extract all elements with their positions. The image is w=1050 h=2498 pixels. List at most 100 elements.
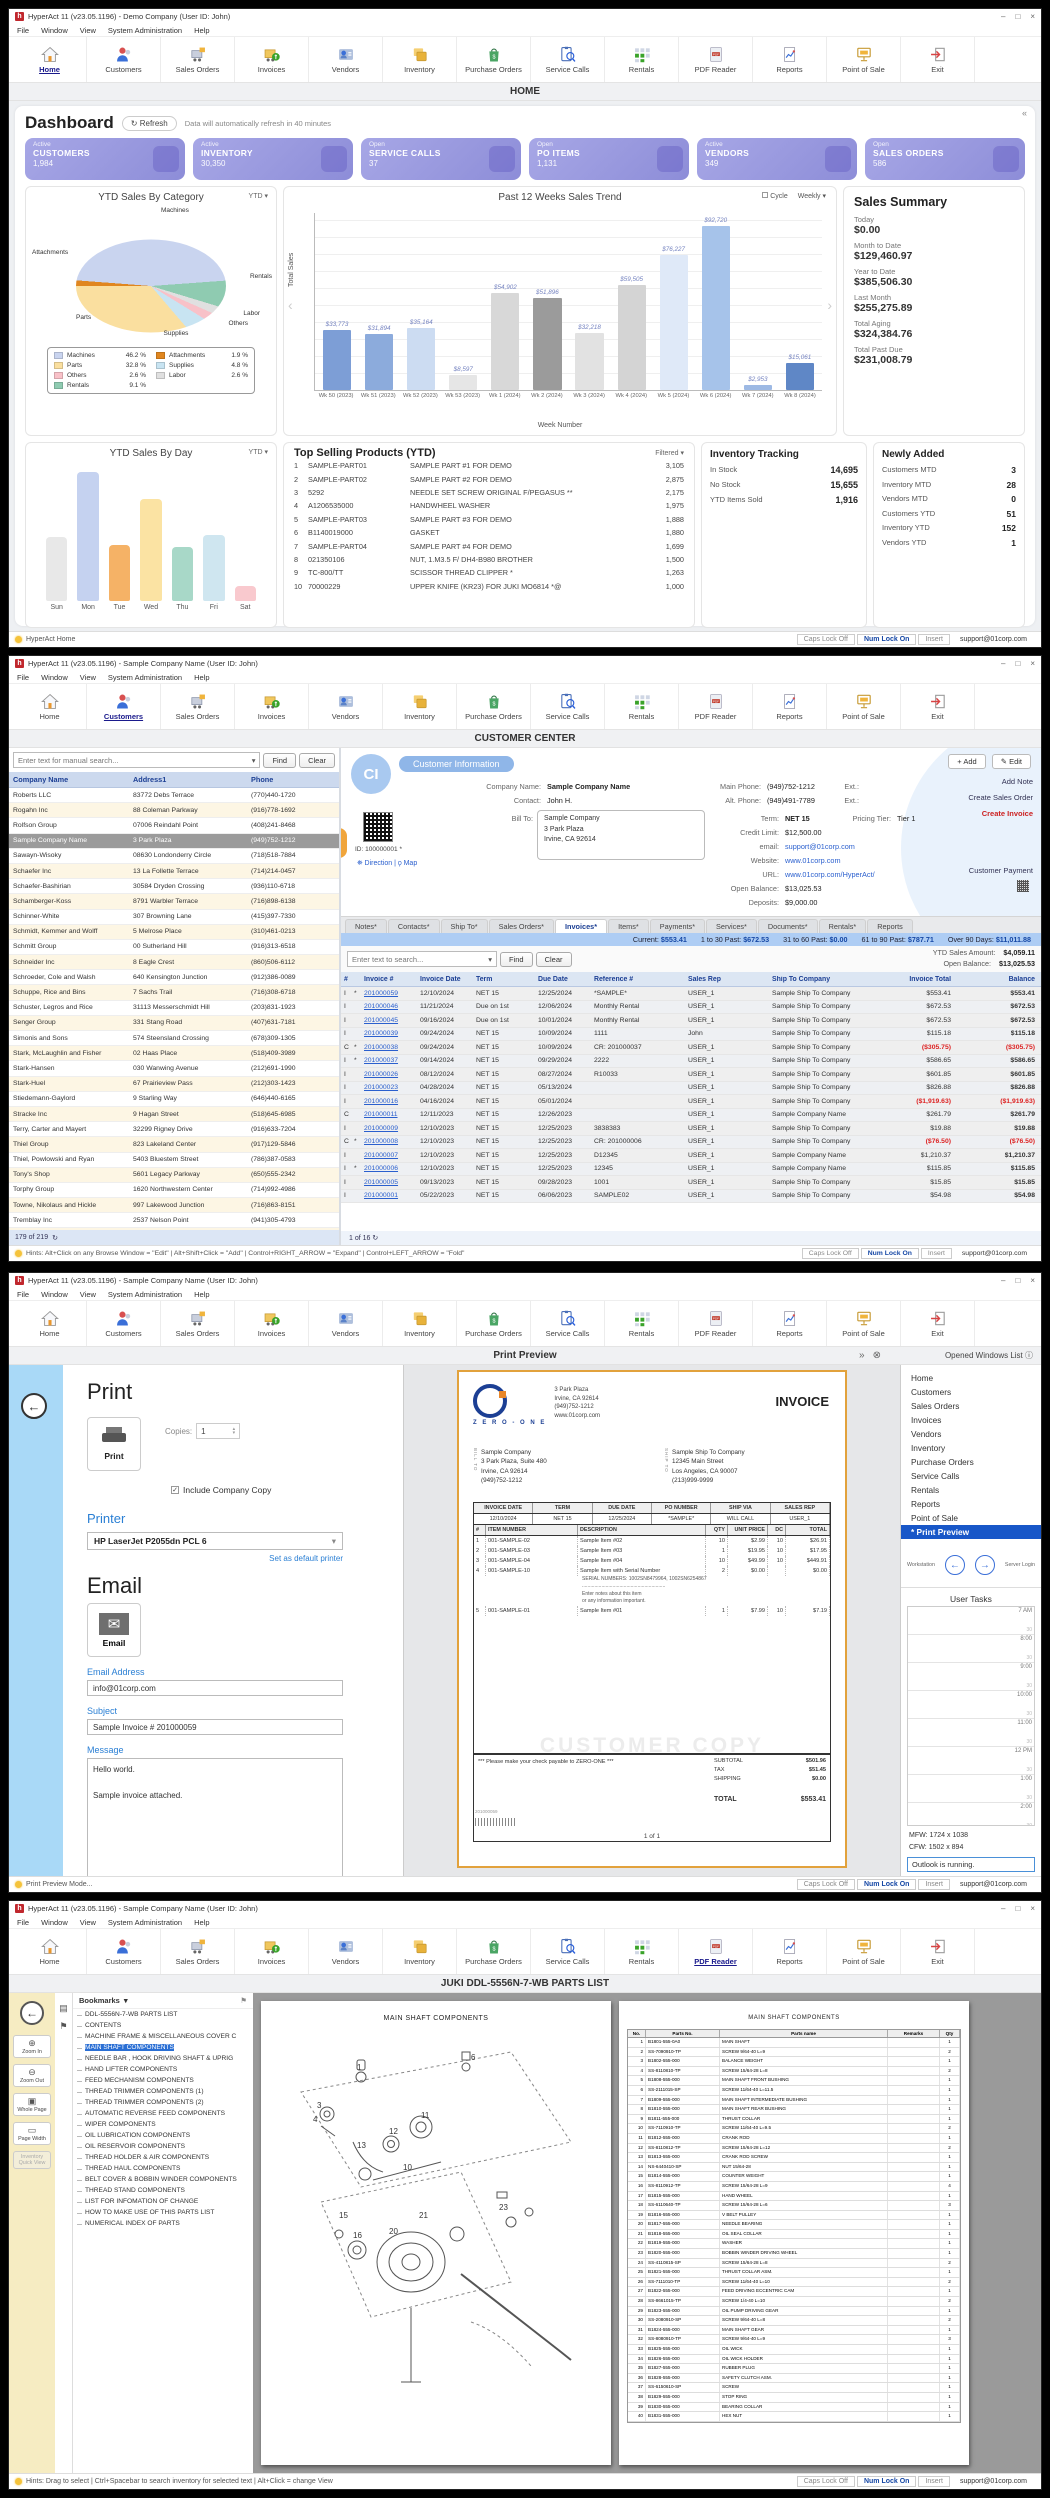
menu-item[interactable]: File [17,26,29,35]
create-invoice-link[interactable]: Create Invoice [968,806,1033,822]
maximize-button[interactable]: □ [1015,659,1020,668]
trend-bar-group[interactable]: $15,061 [782,213,818,390]
tab[interactable]: Contacts* [388,919,440,933]
invoice-number-link[interactable]: 201000046 [361,1003,417,1010]
customer-row[interactable]: Schuppe, Rice and Bins 7 Sachs Trail (71… [9,985,339,1000]
toolbar-item[interactable]: Purchase Orders [457,684,531,729]
set-default-printer-link[interactable]: Set as default printer [87,1554,343,1563]
toolbar-item[interactable]: Exit [901,1929,975,1974]
minimize-button[interactable]: – [1001,659,1005,668]
bookmark-item[interactable]: THREAD HAUL COMPONENTS [73,2163,253,2174]
invoice-number-link[interactable]: 201000016 [361,1098,417,1105]
tab[interactable]: Ship To* [441,919,488,933]
bookmark-item[interactable]: BELT COVER & BOBBIN WINDER COMPONENTS [73,2174,253,2185]
tab[interactable]: Reports [867,919,913,933]
opened-window-item[interactable]: Home [901,1371,1041,1385]
opened-window-item[interactable]: Inventory [901,1441,1041,1455]
invoice-number-link[interactable]: 201000006 [361,1165,417,1172]
invoice-row[interactable]: I 201000039 09/24/2024 NET 15 10/09/2024… [341,1028,1041,1042]
menu-item[interactable]: File [17,1290,29,1299]
toolbar-item[interactable]: Sales Orders [161,37,235,82]
tab[interactable]: Rentals* [819,919,867,933]
toolbar-item[interactable]: Vendors [309,37,383,82]
customer-row[interactable]: Schamberger-Koss 8791 Warbler Terrace (7… [9,894,339,909]
bookmark-item[interactable]: OIL RESERVOIR COMPONENTS [73,2141,253,2152]
invoice-row[interactable]: C * 201000008 12/10/2023 NET 15 12/25/20… [341,1136,1041,1150]
invoice-number-link[interactable]: 201000037 [361,1057,417,1064]
menu-item[interactable]: System Administration [108,26,182,35]
toolbar-item[interactable]: Inventory [383,1301,457,1346]
cycle-checkbox[interactable]: Cycle [762,192,788,200]
num-lock-indicator[interactable]: Num Lock On [857,2476,917,2487]
opened-window-item[interactable]: Customers [901,1385,1041,1399]
tab[interactable]: Items* [608,919,649,933]
caps-lock-indicator[interactable]: Caps Lock Off [802,1248,859,1259]
num-lock-indicator[interactable]: Num Lock On [861,1248,919,1259]
product-row[interactable]: 7 SAMPLE-PART04 SAMPLE PART #4 FOR DEMO … [294,539,684,552]
day-bar-group[interactable] [203,467,224,601]
customer-row[interactable]: Tremblay Inc 2537 Nelson Point (941)305-… [9,1213,339,1228]
bookmark-item[interactable]: FEED MECHANISM COMPONENTS [73,2075,253,2086]
bookmark-icon[interactable]: ⚑ [55,2017,72,2035]
kpi-tile[interactable]: Active CUSTOMERS 1,984 [25,138,185,180]
kpi-tile[interactable]: Active VENDORS 349 [697,138,857,180]
bookmark-item[interactable]: HAND LIFTER COMPONENTS [73,2064,253,2075]
insert-indicator[interactable]: Insert [918,2476,950,2487]
product-row[interactable]: 4 A1206535000 HANDWHEEL WASHER 1,975 [294,499,684,512]
toolbar-item[interactable]: Invoices [235,1929,309,1974]
bookmark-tab-icons[interactable]: ▤ ⚑ [55,1993,73,2473]
toolbar-item[interactable]: PDF Reader [679,37,753,82]
invoice-number-link[interactable]: 201000005 [361,1179,417,1186]
trend-bar-group[interactable]: $2,953 [740,213,776,390]
invoice-number-link[interactable]: 201000011 [361,1111,417,1118]
toolbar-item[interactable]: Customers [87,684,161,729]
edit-button[interactable]: ✎ Edit [992,754,1031,769]
minimize-button[interactable]: – [1001,12,1005,21]
toolbar-item[interactable]: Exit [901,1301,975,1346]
bookmark-item[interactable]: MACHINE FRAME & MISCELLANEOUS COVER C [73,2031,253,2042]
bookmark-item[interactable]: WIPER COMPONENTS [73,2119,253,2130]
invoice-number-link[interactable]: 201000059 [361,990,417,997]
customer-row[interactable]: Terry, Carter and Mayert 32299 Rigney Dr… [9,1122,339,1137]
menu-item[interactable]: Help [194,673,209,682]
insert-indicator[interactable]: Insert [921,1248,952,1259]
url-value[interactable]: www.01corp.com/HyperAct/ [785,870,875,879]
invoice-search-input[interactable]: Enter text to search...▾ [347,951,497,967]
email-value[interactable]: support@01corp.com [785,842,855,851]
subject-input[interactable]: Sample Invoice # 201000059 [87,1719,343,1735]
toolbar-item[interactable]: Rentals [605,37,679,82]
email-button[interactable]: ✉ Email [87,1603,141,1657]
tab[interactable]: Payments* [650,919,705,933]
customer-row[interactable]: Schmidt, Kemmer and Wolff 5 Melrose Plac… [9,925,339,940]
trend-bar-group[interactable]: $59,505 [614,213,650,390]
product-row[interactable]: 6 B1140019000 GASKET 1,880 [294,526,684,539]
toolbar-item[interactable]: Vendors [309,684,383,729]
invoice-number-link[interactable]: 201000009 [361,1125,417,1132]
pie-period-dropdown[interactable]: YTD ▾ [249,192,268,200]
trend-bar-group[interactable]: $8,597 [445,213,481,390]
toolbar-item[interactable]: Vendors [309,1301,383,1346]
customer-search-input[interactable]: Enter text for manual search...▾ [13,752,260,768]
bookmark-item[interactable]: DDL-5556N-7-WB PARTS LIST [73,2009,253,2020]
chevron-left-icon[interactable]: ‹ [288,297,293,313]
menu-item[interactable]: Help [194,1290,209,1299]
clear-button[interactable]: Clear [299,753,335,768]
period-dropdown[interactable]: Weekly ▾ [798,192,826,200]
invoice-number-link[interactable]: 201000045 [361,1017,417,1024]
toolbar-item[interactable]: Service Calls [531,1929,605,1974]
invoice-row[interactable]: I 201000023 04/28/2024 NET 15 05/13/2024… [341,1082,1041,1096]
toolbar-item[interactable]: Inventory [383,37,457,82]
toolbar-item[interactable]: Invoices [235,1301,309,1346]
product-row[interactable]: 1 SAMPLE-PART01 SAMPLE PART #1 FOR DEMO … [294,459,684,472]
toolbar-item[interactable]: Point of Sale [827,684,901,729]
back-button[interactable]: ← [21,1393,47,1419]
product-row[interactable]: 5 SAMPLE-PART03 SAMPLE PART #3 FOR DEMO … [294,513,684,526]
tab[interactable]: Sales Orders* [489,919,554,933]
invoice-grid-header[interactable]: # Invoice #Invoice DateTermDue DateRefer… [341,972,1041,987]
toolbar-item[interactable]: Reports [753,37,827,82]
maximize-button[interactable]: □ [1015,1904,1020,1913]
opened-window-item[interactable]: Sales Orders [901,1399,1041,1413]
customer-row[interactable]: Thiel, Powlowski and Ryan 5403 Bluestem … [9,1153,339,1168]
bookmark-item[interactable]: THREAD STAND COMPONENTS [73,2185,253,2196]
trend-bar-group[interactable]: $92,720 [698,213,734,390]
